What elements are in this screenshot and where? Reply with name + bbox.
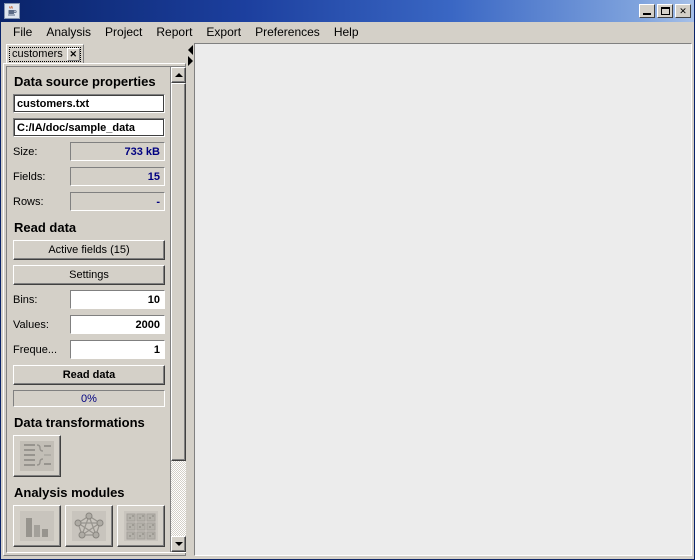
tab-customers-label: customers [12,48,63,60]
rows-value: - [70,192,165,211]
tab-customers[interactable]: customers ✕ [6,44,84,63]
scroll-up-button[interactable] [171,67,186,83]
maximize-icon [661,7,670,15]
bar-chart-icon[interactable] [13,505,61,547]
values-label: Values: [13,318,49,331]
scroll-down-button[interactable] [171,536,186,552]
chevron-up-icon [174,73,183,77]
menu-item-help[interactable]: Help [327,23,366,41]
transform-list-icon[interactable] [13,435,61,477]
collapse-left-icon[interactable] [187,45,193,55]
menu-bar: File Analysis Project Report Export Pref… [1,22,694,43]
size-label: Size: [13,145,38,158]
properties-scroll-content: Data source properties customers.txt C:/… [7,67,170,552]
active-fields-button[interactable]: Active fields (15) [13,240,165,260]
properties-panel-inner: Data source properties customers.txt C:/… [6,66,187,553]
read-progress-label: 0% [81,392,97,405]
rows-label: Rows: [13,195,44,208]
scroll-thumb[interactable] [171,83,186,461]
bins-label: Bins: [13,293,38,306]
menu-item-project[interactable]: Project [98,23,149,41]
values-input[interactable]: 2000 [70,315,165,334]
maximize-button[interactable] [657,4,673,18]
network-graph-icon[interactable] [65,505,113,547]
menu-item-export[interactable]: Export [199,23,248,41]
menu-item-preferences[interactable]: Preferences [248,23,327,41]
tab-close-icon[interactable]: ✕ [66,47,80,61]
fields-row: Fields: 15 [13,167,165,186]
file-name-field[interactable]: customers.txt [13,94,165,113]
panel-vertical-scrollbar[interactable] [170,67,186,552]
panel-splitter[interactable] [186,43,194,556]
properties-panel: Data source properties customers.txt C:/… [3,63,187,556]
bins-input[interactable]: 10 [70,290,165,309]
close-icon: ✕ [679,5,687,16]
read-progress-bar: 0% [13,390,165,407]
java-coffee-cup-icon [4,3,20,19]
minimize-button[interactable] [639,4,655,18]
minimize-icon [643,13,651,15]
collapse-right-icon[interactable] [187,56,193,66]
main-workspace[interactable] [194,43,692,556]
matrix-grid-icon[interactable] [117,505,165,547]
left-dock: customers ✕ Data source properties custo… [3,43,187,556]
close-button[interactable]: ✕ [675,4,691,18]
size-row: Size: 733 kB [13,142,165,161]
tab-strip: customers ✕ [3,43,186,63]
data-source-heading: Data source properties [14,74,156,89]
settings-button[interactable]: Settings [13,265,165,285]
fields-value: 15 [70,167,165,186]
data-transformations-heading: Data transformations [14,415,145,430]
window-controls: ✕ [639,4,691,18]
scroll-track[interactable] [171,83,186,536]
analysis-modules-heading: Analysis modules [14,485,125,500]
file-path-field[interactable]: C:/IA/doc/sample_data [13,118,165,137]
menu-item-report[interactable]: Report [149,23,199,41]
values-row: Values: 2000 [13,315,165,334]
menu-item-file[interactable]: File [6,23,39,41]
frequency-row: Freque... 1 [13,340,165,359]
menu-item-analysis[interactable]: Analysis [39,23,98,41]
fields-label: Fields: [13,170,46,183]
rows-row: Rows: - [13,192,165,211]
data-transformations-tiles [13,435,165,477]
title-bar: ✕ [1,0,694,22]
analysis-modules-tiles [13,505,165,547]
body-area: customers ✕ Data source properties custo… [1,43,694,559]
read-data-button[interactable]: Read data [13,365,165,385]
bins-row: Bins: 10 [13,290,165,309]
frequency-input[interactable]: 1 [70,340,165,359]
application-window: ✕ File Analysis Project Report Export Pr… [0,0,695,560]
read-data-heading: Read data [14,220,77,235]
size-value: 733 kB [70,142,165,161]
chevron-down-icon [174,542,183,546]
frequency-label: Freque... [13,343,58,356]
